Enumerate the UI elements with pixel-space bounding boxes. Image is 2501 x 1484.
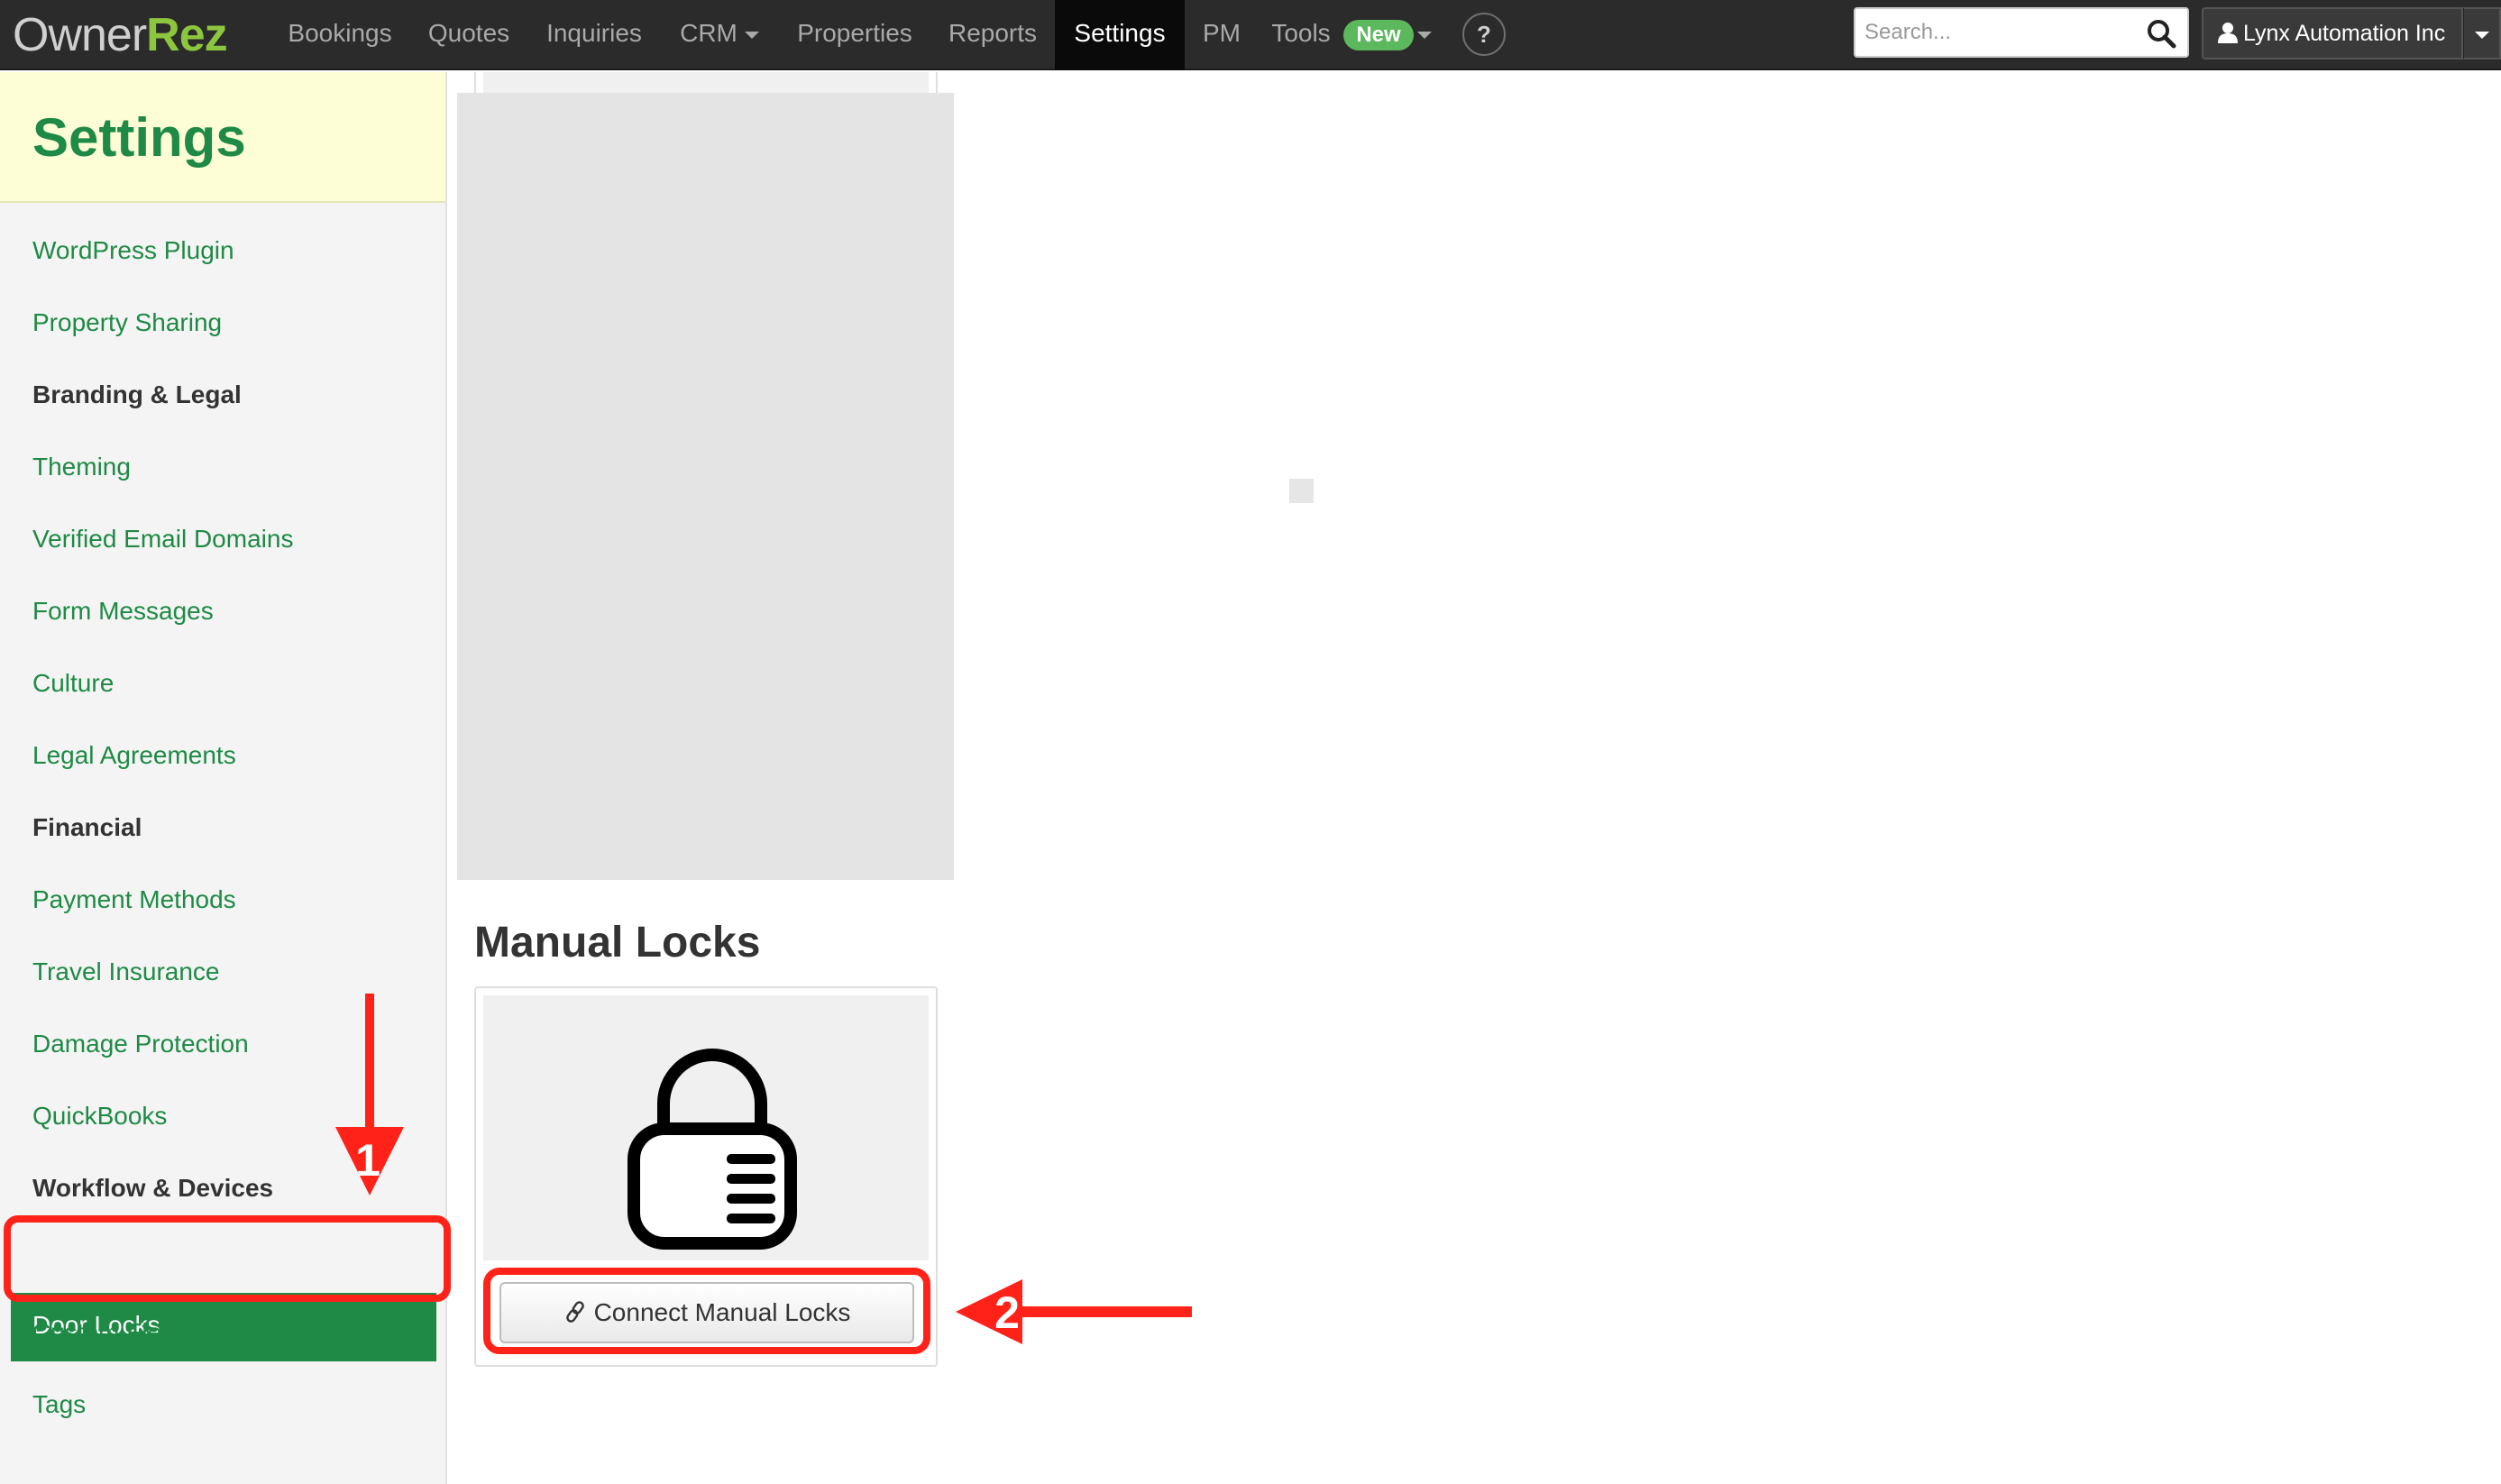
nav-reports[interactable]: Reports [930, 0, 1055, 70]
sidebar-item-property-sharing[interactable]: Property Sharing [32, 308, 222, 337]
user-icon [2218, 23, 2238, 43]
user-account-button[interactable]: Lynx Automation Inc [2202, 7, 2463, 60]
tools-new-badge: New [1343, 20, 1414, 50]
nav-crm[interactable]: CRM [660, 0, 779, 70]
user-name: Lynx Automation Inc [2243, 21, 2446, 46]
nav-tools[interactable]: Tools [1260, 0, 1342, 70]
search-box [1854, 7, 2189, 58]
logo-rez-text: Rez [146, 9, 227, 61]
search-icon[interactable] [2146, 18, 2176, 49]
manual-locks-heading: Manual Locks [474, 919, 761, 966]
sidebar-item-payment-methods[interactable]: Payment Methods [32, 885, 236, 914]
sidebar-heading-workflow-devices: Workflow & Devices [32, 1174, 274, 1202]
ownerrez-logo[interactable]: OwnerRez [13, 4, 228, 67]
sidebar-item-travel-insurance[interactable]: Travel Insurance [32, 957, 220, 986]
sidebar-item-quickbooks[interactable]: QuickBooks [32, 1102, 167, 1131]
sidebar-item-wordpress-plugin[interactable]: WordPress Plugin [32, 236, 234, 265]
sidebar-heading-financial: Financial [32, 813, 142, 841]
top-navbar: OwnerRez Bookings Quotes Inquiries CRM P… [0, 0, 2501, 70]
sidebar-title: Settings [32, 107, 246, 168]
sidebar-item-tags[interactable]: Tags [32, 1390, 86, 1419]
annotation-arrow-left-icon [956, 1279, 1192, 1344]
help-button[interactable]: ? [1462, 13, 1506, 56]
manual-locks-image [483, 995, 929, 1260]
sidebar-heading-branding-legal: Branding & Legal [32, 380, 242, 408]
padlock-icon [628, 1049, 797, 1250]
loading-placeholder-square [1289, 479, 1314, 503]
nav-inquiries[interactable]: Inquiries [528, 0, 660, 70]
nav-pm[interactable]: PM [1185, 0, 1259, 70]
user-chevron-down-icon [2475, 32, 2489, 39]
crm-chevron-down-icon [744, 31, 759, 39]
sidebar-item-verified-email-domains[interactable]: Verified Email Domains [32, 525, 293, 554]
loading-placeholder-panel [457, 93, 954, 880]
annotation-step-2: 2 [994, 1287, 1020, 1338]
annotation-highlight-door-locks [4, 1215, 451, 1302]
sidebar-item-form-messages[interactable]: Form Messages [32, 597, 214, 626]
sidebar-item-custom-field-definitions[interactable]: Custom Field Definitions [32, 1318, 306, 1347]
nav-settings[interactable]: Settings [1055, 0, 1185, 70]
annotation-highlight-connect-button [483, 1268, 930, 1354]
sidebar-item-theming[interactable]: Theming [32, 453, 131, 481]
user-menu-toggle[interactable] [2463, 7, 2501, 60]
sidebar-item-culture[interactable]: Culture [32, 669, 114, 698]
tools-chevron-down-icon[interactable] [1417, 32, 1432, 39]
logo-owner-text: Owner [13, 9, 147, 61]
nav-properties[interactable]: Properties [779, 0, 930, 70]
nav-quotes[interactable]: Quotes [409, 0, 528, 70]
sidebar-item-legal-agreements[interactable]: Legal Agreements [32, 741, 236, 770]
sidebar-header: Settings [0, 72, 445, 203]
nav-bookings[interactable]: Bookings [270, 0, 409, 70]
sidebar-item-damage-protection[interactable]: Damage Protection [32, 1030, 249, 1058]
search-input[interactable] [1864, 14, 2135, 50]
